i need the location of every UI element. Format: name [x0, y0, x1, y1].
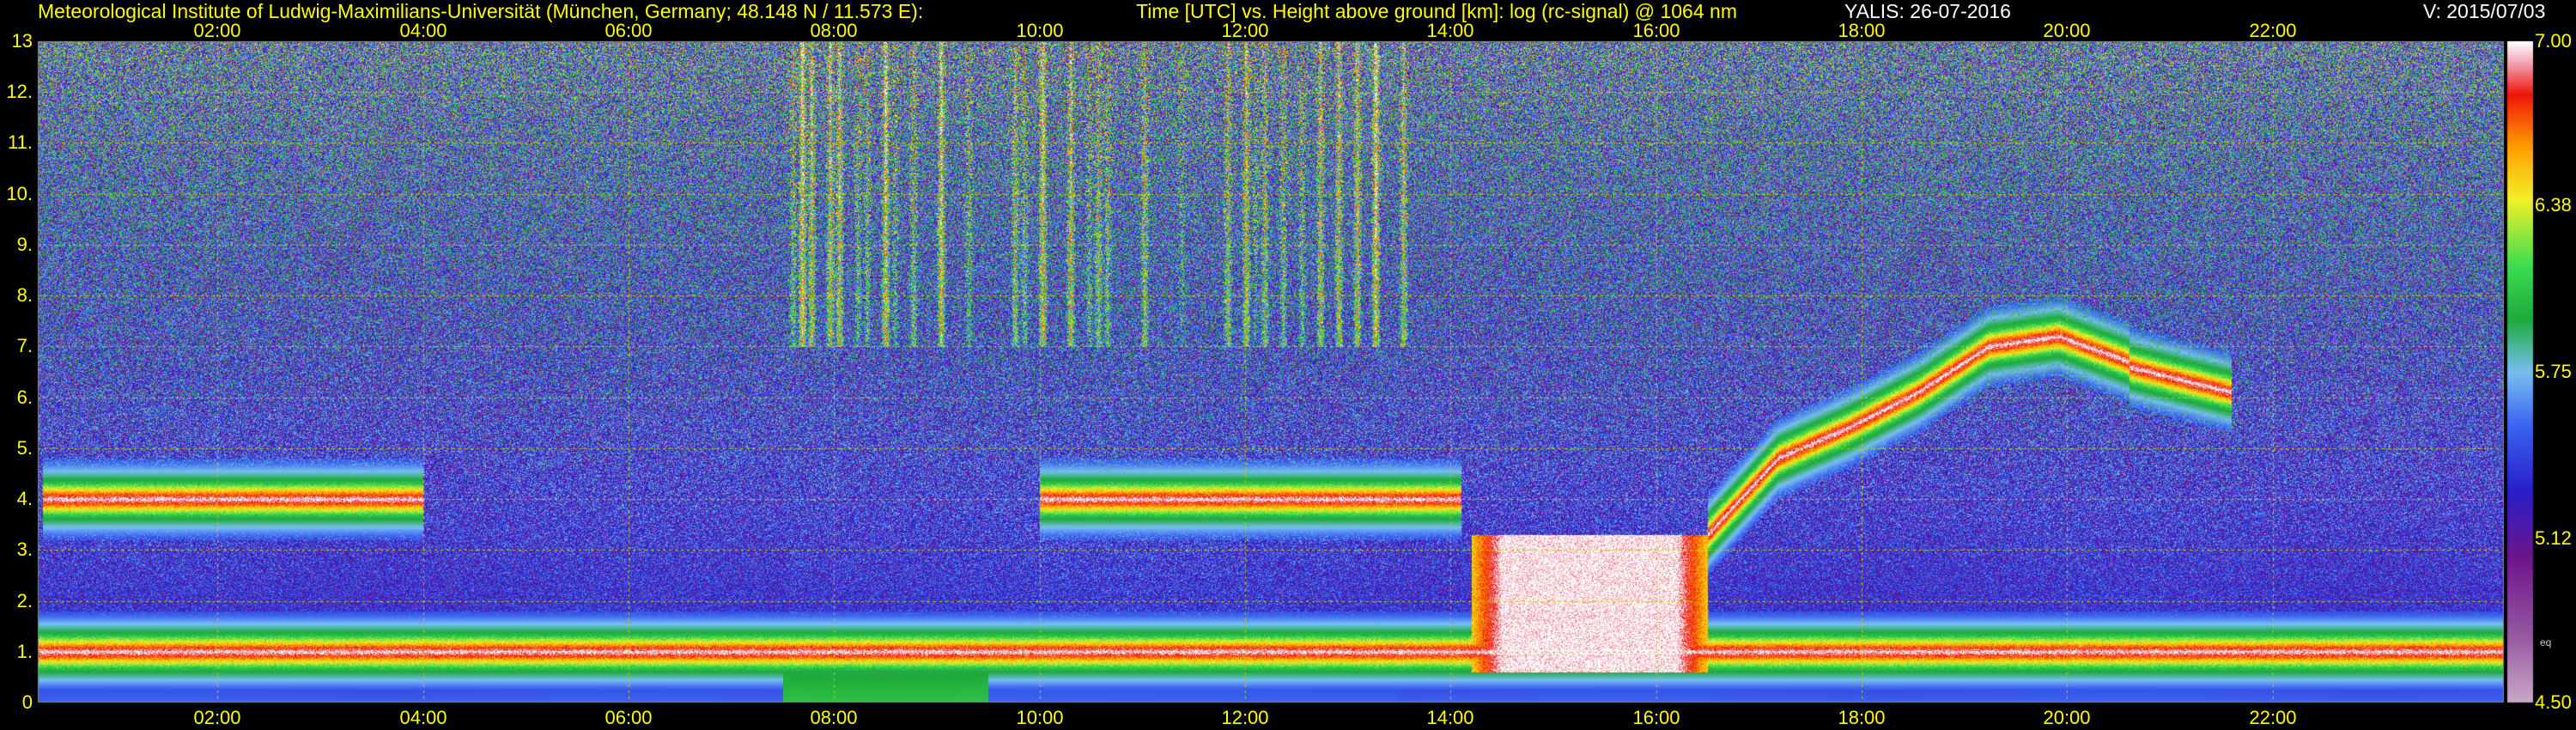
x-tick-label-bottom: 18:00	[1838, 707, 1886, 728]
x-tick-label-bottom: 08:00	[810, 707, 858, 728]
colorbar-small-label: eq	[2540, 636, 2552, 648]
x-tick-label-bottom: 16:00	[1632, 707, 1680, 728]
x-tick-label-top: 10:00	[1016, 20, 1064, 41]
x-tick-label-top: 18:00	[1838, 20, 1886, 41]
y-tick-label: 7.	[16, 335, 33, 356]
y-tick-label: 5.	[16, 437, 33, 459]
institute-title: Meteorological Institute of Ludwig-Maxim…	[38, 0, 924, 22]
x-tick-label-top: 22:00	[2249, 20, 2297, 41]
x-tick-label-bottom: 10:00	[1016, 707, 1064, 728]
y-tick-label: 13	[11, 30, 33, 52]
x-tick-label-top: 06:00	[605, 20, 653, 41]
colorbar-label: 4.50	[2535, 691, 2572, 713]
y-tick-label: 9.	[16, 234, 33, 255]
x-tick-label-bottom: 22:00	[2249, 707, 2297, 728]
colorbar-label: 7.00	[2535, 30, 2572, 52]
x-tick-label-bottom: 02:00	[193, 707, 241, 728]
colorbar-label: 5.75	[2535, 361, 2572, 382]
y-tick-label: 4.	[16, 488, 33, 509]
version-label: V: 2015/07/03	[2423, 0, 2546, 22]
y-tick-label: 3.	[16, 538, 33, 560]
x-tick-label-bottom: 12:00	[1221, 707, 1269, 728]
x-tick-label-bottom: 20:00	[2043, 707, 2091, 728]
x-tick-label-top: 16:00	[1632, 20, 1680, 41]
x-tick-label-bottom: 14:00	[1426, 707, 1474, 728]
x-tick-label-top: 20:00	[2043, 20, 2091, 41]
x-tick-label-top: 14:00	[1426, 20, 1474, 41]
lidar-backscatter-plot	[0, 0, 2576, 730]
colorbar-label: 6.38	[2535, 194, 2572, 216]
y-tick-label: 0	[21, 691, 33, 713]
x-tick-label-top: 12:00	[1221, 20, 1269, 41]
x-tick-label-top: 02:00	[193, 20, 241, 41]
y-tick-label: 10.	[6, 183, 33, 204]
y-tick-label: 1.	[16, 641, 33, 662]
x-tick-label-top: 08:00	[810, 20, 858, 41]
colorbar-label: 5.12	[2535, 527, 2572, 549]
y-tick-label: 6.	[16, 386, 33, 408]
y-tick-label: 2.	[16, 590, 33, 611]
x-tick-label-top: 04:00	[399, 20, 447, 41]
x-tick-label-bottom: 06:00	[605, 707, 653, 728]
y-tick-label: 12.	[6, 81, 33, 102]
x-tick-label-bottom: 04:00	[399, 707, 447, 728]
y-tick-label: 11.	[8, 131, 33, 153]
y-tick-label: 8.	[16, 284, 33, 306]
